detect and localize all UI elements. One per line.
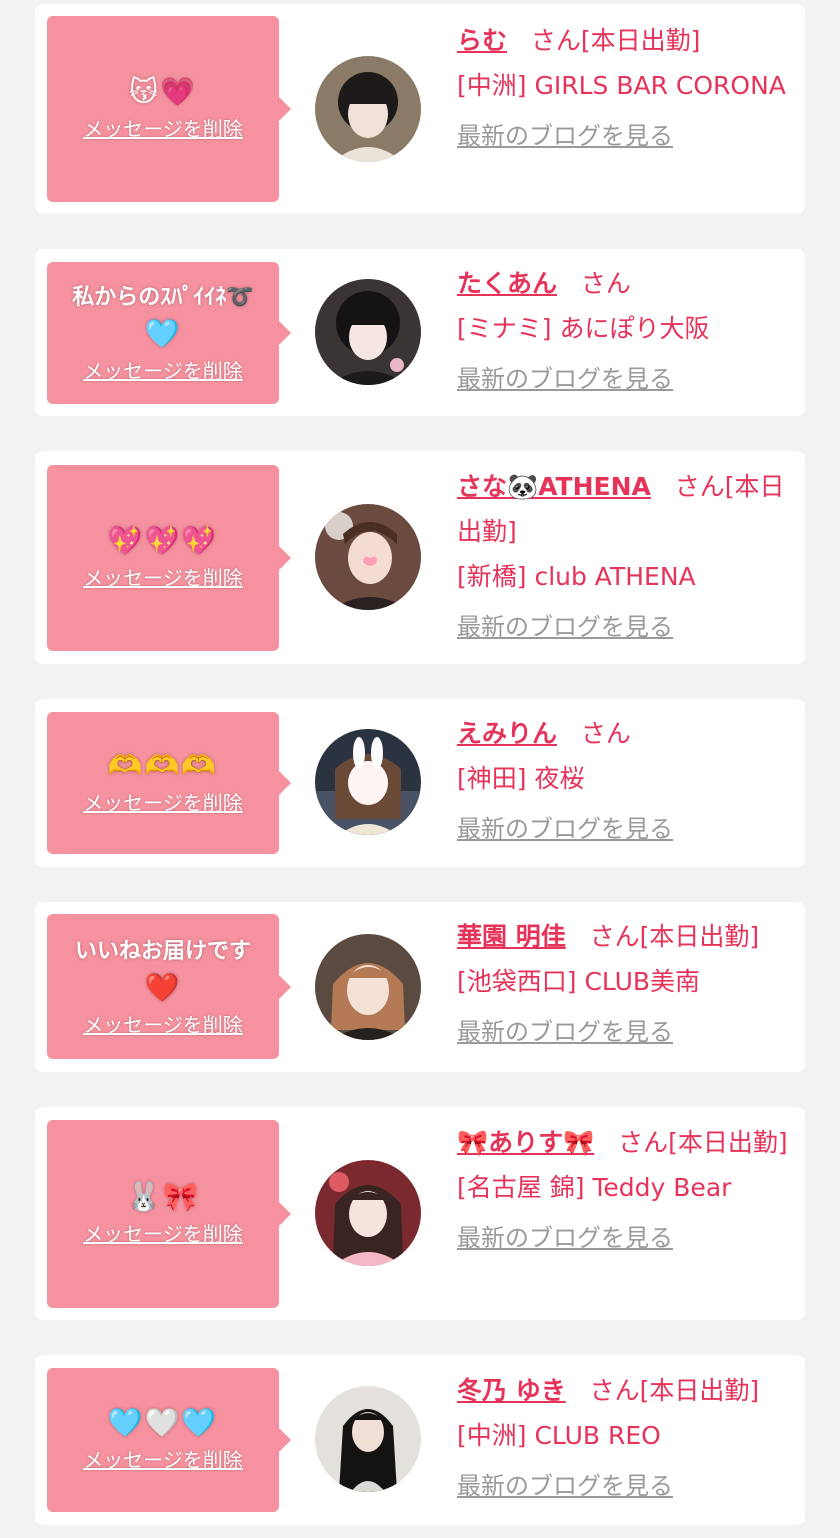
delete-message-link[interactable]: メッセージを削除 <box>83 356 243 386</box>
honorific: さん <box>580 269 631 298</box>
favorites-list: 😽💗 メッセージを削除 らむ さん[本日出勤] [中洲] GIRLS BAR C… <box>0 0 840 1538</box>
honorific: さん <box>589 922 640 951</box>
message-text: 💖💖💖 <box>107 524 219 557</box>
cast-name-link[interactable]: たくあん <box>457 269 557 298</box>
message-bubble: 🫶🫶🫶 メッセージを削除 <box>47 712 291 854</box>
list-item: 🐰🎀 メッセージを削除 🎀ありす🎀 さん[本日出勤] [名古屋 錦] Teddy… <box>35 1107 805 1320</box>
cast-info: たくあん さん [ミナミ] あにぽり大阪 最新のブログを見る <box>457 261 792 399</box>
list-item: 💖💖💖 メッセージを削除 さな🐼ATHENA さん[本日出勤] [新橋] clu… <box>35 451 805 664</box>
cast-info: らむ さん[本日出勤] [中洲] GIRLS BAR CORONA 最新のブログ… <box>457 18 792 156</box>
avatar[interactable] <box>315 729 421 835</box>
message-text: いいねお届けです <box>74 938 251 964</box>
attendance-status: [本日出勤] <box>639 922 760 951</box>
shop-name: [ミナミ] あにぽり大阪 <box>457 314 710 343</box>
delete-message-link[interactable]: メッセージを削除 <box>83 563 243 593</box>
cast-name-link[interactable]: えみりん <box>457 719 557 748</box>
avatar[interactable] <box>315 1160 421 1266</box>
honorific: さん <box>530 26 581 55</box>
delete-message-link[interactable]: メッセージを削除 <box>83 788 243 818</box>
list-item: いいねお届けです ❤️ メッセージを削除 華園 明佳 さん[本日出勤] [池袋西… <box>35 902 805 1072</box>
avatar[interactable] <box>315 279 421 385</box>
cast-info: さな🐼ATHENA さん[本日出勤] [新橋] club ATHENA 最新のブ… <box>457 464 792 647</box>
attendance-status: [本日出勤] <box>668 1128 788 1157</box>
message-text: 🫶🫶🫶 <box>107 749 219 782</box>
honorific: さん <box>589 1376 640 1405</box>
cast-name-link[interactable]: 🎀ありす🎀 <box>457 1128 594 1157</box>
shop-name: [新橋] club ATHENA <box>457 562 696 591</box>
message-bubble: 🩵🤍🩵 メッセージを削除 <box>47 1368 291 1512</box>
message-text: 🩵🤍🩵 <box>107 1406 219 1439</box>
honorific: さん <box>580 719 631 748</box>
message-text: 私からのｽﾊﾟｲｲﾈ➰ <box>72 285 254 310</box>
latest-blog-link[interactable]: 最新のブログを見る <box>457 1012 792 1052</box>
shop-name: [中洲] CLUB REO <box>457 1421 661 1450</box>
avatar[interactable] <box>315 1386 421 1492</box>
honorific: さん <box>618 1128 669 1157</box>
delete-message-link[interactable]: メッセージを削除 <box>83 114 243 144</box>
message-text-line2: 🩵 <box>144 317 182 350</box>
latest-blog-link[interactable]: 最新のブログを見る <box>457 1466 792 1506</box>
message-bubble: いいねお届けです ❤️ メッセージを削除 <box>47 914 291 1059</box>
message-bubble: 💖💖💖 メッセージを削除 <box>47 465 291 651</box>
shop-name: [神田] 夜桜 <box>457 764 585 793</box>
latest-blog-link[interactable]: 最新のブログを見る <box>457 607 792 647</box>
latest-blog-link[interactable]: 最新のブログを見る <box>457 809 792 849</box>
shop-name: [名古屋 錦] Teddy Bear <box>457 1173 732 1202</box>
avatar[interactable] <box>315 934 421 1040</box>
message-text: 😽💗 <box>128 75 198 108</box>
latest-blog-link[interactable]: 最新のブログを見る <box>457 1218 792 1258</box>
message-text: 🐰🎀 <box>126 1180 200 1213</box>
list-item: 😽💗 メッセージを削除 らむ さん[本日出勤] [中洲] GIRLS BAR C… <box>35 4 805 214</box>
cast-name-link[interactable]: 冬乃 ゆき <box>457 1376 566 1405</box>
message-bubble: 🐰🎀 メッセージを削除 <box>47 1120 291 1308</box>
delete-message-link[interactable]: メッセージを削除 <box>83 1010 243 1040</box>
list-item: 🫶🫶🫶 メッセージを削除 えみりん さん [神田] 夜桜 最新のブログを見る <box>35 699 805 867</box>
cast-info: 🎀ありす🎀 さん[本日出勤] [名古屋 錦] Teddy Bear 最新のブログ… <box>457 1120 792 1258</box>
shop-name: [池袋西口] CLUB美南 <box>457 967 701 996</box>
cast-name-link[interactable]: さな🐼ATHENA <box>457 472 651 501</box>
latest-blog-link[interactable]: 最新のブログを見る <box>457 359 792 399</box>
shop-name: [中洲] GIRLS BAR CORONA <box>457 71 786 100</box>
cast-info: えみりん さん [神田] 夜桜 最新のブログを見る <box>457 711 792 849</box>
latest-blog-link[interactable]: 最新のブログを見る <box>457 116 792 156</box>
attendance-status: [本日出勤] <box>580 26 701 55</box>
message-bubble: 私からのｽﾊﾟｲｲﾈ➰ 🩵 メッセージを削除 <box>47 262 291 404</box>
attendance-status: [本日出勤] <box>639 1376 760 1405</box>
cast-name-link[interactable]: らむ <box>457 26 507 55</box>
cast-info: 冬乃 ゆき さん[本日出勤] [中洲] CLUB REO 最新のブログを見る <box>457 1368 792 1506</box>
avatar[interactable] <box>315 56 421 162</box>
message-text-line2: ❤️ <box>144 970 182 1004</box>
list-item: 🩵🤍🩵 メッセージを削除 冬乃 ゆき さん[本日出勤] [中洲] CLUB RE… <box>35 1355 805 1525</box>
delete-message-link[interactable]: メッセージを削除 <box>83 1219 243 1249</box>
cast-info: 華園 明佳 さん[本日出勤] [池袋西口] CLUB美南 最新のブログを見る <box>457 914 792 1052</box>
cast-name-link[interactable]: 華園 明佳 <box>457 922 566 951</box>
message-bubble: 😽💗 メッセージを削除 <box>47 16 291 202</box>
avatar[interactable] <box>315 504 421 610</box>
honorific: さん <box>674 472 725 501</box>
delete-message-link[interactable]: メッセージを削除 <box>83 1445 243 1475</box>
list-item: 私からのｽﾊﾟｲｲﾈ➰ 🩵 メッセージを削除 たくあん さん [ミナミ] あにぽ… <box>35 249 805 416</box>
